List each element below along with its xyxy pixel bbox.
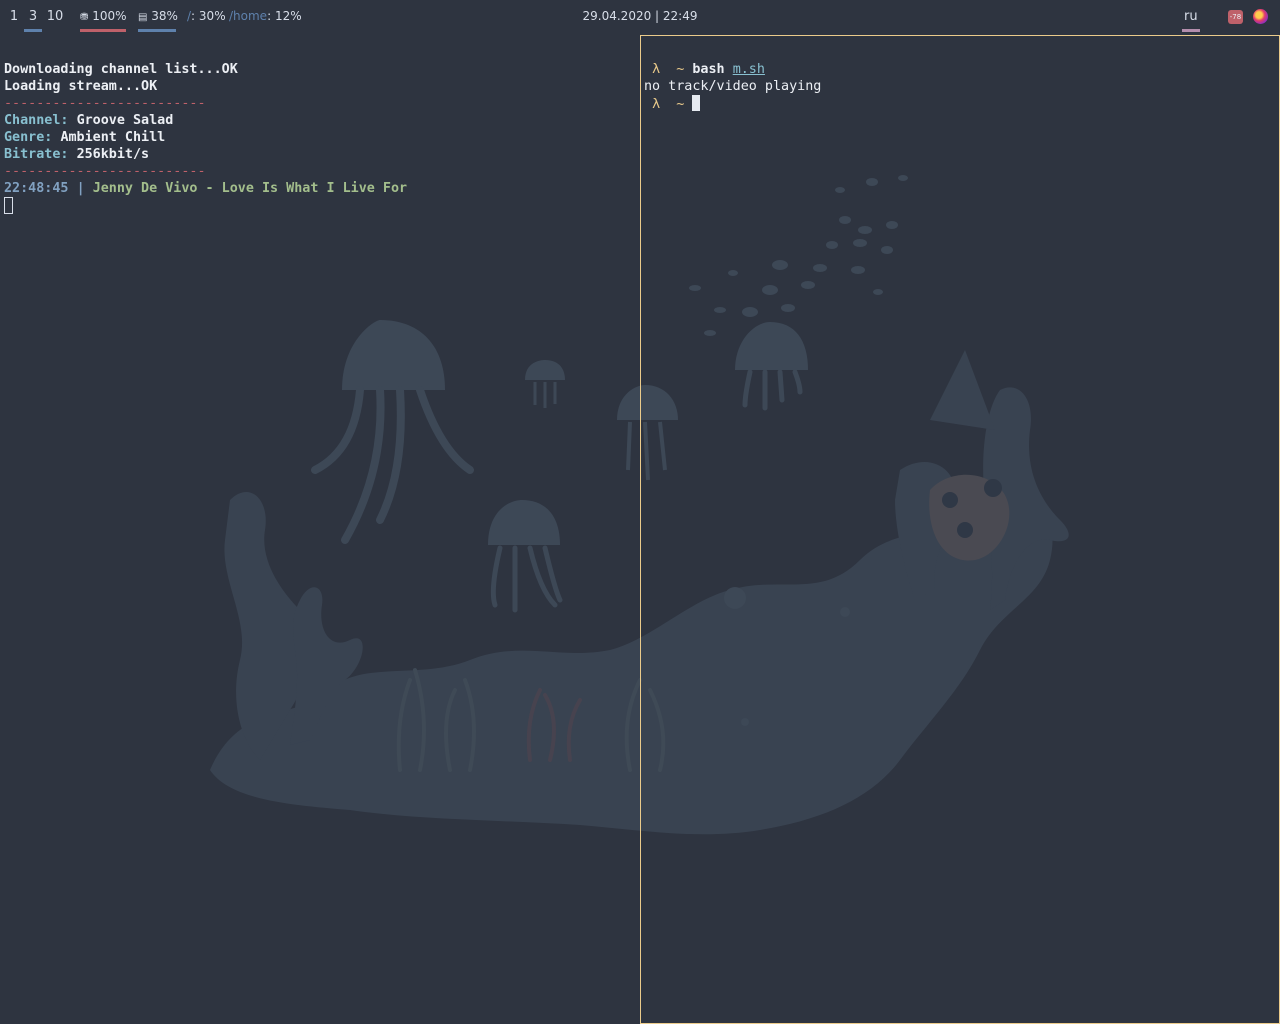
memory-icon: ⛃	[80, 12, 89, 23]
terminal-line: -------------------------	[4, 95, 634, 112]
cpu-module: ▤ 38%	[138, 9, 178, 32]
prompt-dir: ~	[676, 97, 685, 112]
date-time[interactable]: 29.04.2020 | 22:49	[583, 9, 698, 23]
command-argument[interactable]: m.sh	[733, 62, 765, 77]
disk-home-value: 12%	[274, 9, 302, 23]
bitrate-value: 256kbit/s	[76, 147, 150, 162]
terminal-line: Bitrate: 256kbit/s	[4, 146, 634, 163]
desktop: 1 3 10 ⛃ 100% ▤ 38% /: 30% /home: 12% 29…	[0, 0, 1280, 1024]
active-workspace-underline	[24, 29, 42, 32]
bitrate-label: Bitrate:	[4, 147, 69, 162]
memory-underline	[80, 29, 126, 32]
keyboard-layout-label: ru	[1184, 9, 1198, 24]
tray-badge: -78	[1229, 13, 1242, 21]
track-separator: |	[76, 181, 85, 196]
disk-home-label: /home	[229, 9, 268, 23]
cpu-value: 38%	[151, 9, 178, 23]
keyboard-layout-indicator[interactable]: ru	[1182, 9, 1200, 32]
terminal-line	[4, 197, 634, 216]
command-name: bash	[692, 62, 725, 77]
terminal-line: Channel: Groove Salad	[4, 112, 634, 129]
terminal-line: no track/video playing	[644, 78, 1274, 95]
terminal-right[interactable]: λ ~ bash m.sh no track/video playing λ ~	[644, 44, 1274, 147]
workspace-label: 1	[9, 9, 19, 24]
status-loading: Loading stream...OK	[4, 79, 158, 94]
status-downloading: Downloading channel list...OK	[4, 62, 238, 77]
terminal-left[interactable]: Downloading channel list...OK Loading str…	[4, 44, 634, 1004]
track-time: 22:48:45	[4, 181, 69, 196]
disk-home-separator: :	[267, 9, 272, 23]
separator-line: -------------------------	[4, 96, 206, 111]
disk-root-value: 30%	[198, 9, 226, 23]
terminal-cursor	[4, 197, 13, 214]
genre-value: Ambient Chill	[60, 130, 166, 145]
genre-label: Genre:	[4, 130, 53, 145]
workspace-10[interactable]: 10	[46, 9, 64, 24]
cpu-underline	[138, 29, 176, 32]
channel-value: Groove Salad	[76, 113, 174, 128]
disk-root-separator: :	[191, 9, 196, 23]
workspace-1[interactable]: 1	[8, 9, 20, 24]
terminal-line: λ ~	[644, 95, 1274, 113]
terminal-line: Loading stream...OK	[4, 78, 634, 95]
workspace-3[interactable]: 3	[24, 9, 42, 32]
terminal-line: λ ~ bash m.sh	[644, 61, 1274, 78]
keyboard-layout-underline	[1182, 29, 1200, 32]
terminal-line: Downloading channel list...OK	[4, 61, 634, 78]
tray-notification-icon[interactable]: -78	[1228, 10, 1243, 24]
terminal-line: -------------------------	[4, 163, 634, 180]
command-output: no track/video playing	[644, 79, 822, 94]
workspace-label: 3	[28, 9, 38, 24]
memory-module: ⛃ 100%	[80, 9, 127, 32]
firefox-tray-icon[interactable]	[1253, 9, 1268, 24]
track-title: Jenny De Vivo - Love Is What I Live For	[92, 181, 408, 196]
memory-value: 100%	[92, 9, 127, 23]
disk-root-module: /: 30%	[187, 9, 226, 23]
disk-home-module: /home: 12%	[229, 9, 302, 23]
status-bar: 1 3 10 ⛃ 100% ▤ 38% /: 30% /home: 12% 29…	[0, 0, 1280, 34]
chip-icon: ▤	[138, 12, 148, 23]
separator-line: -------------------------	[4, 164, 206, 179]
terminal-line: Genre: Ambient Chill	[4, 129, 634, 146]
terminal-line: 22:48:45 | Jenny De Vivo - Love Is What …	[4, 180, 634, 197]
terminal-cursor	[692, 95, 701, 111]
prompt-lambda: λ	[652, 62, 661, 77]
prompt-dir: ~	[676, 62, 685, 77]
channel-label: Channel:	[4, 113, 69, 128]
workspace-label: 10	[46, 9, 64, 24]
prompt-lambda: λ	[652, 97, 661, 112]
terminal-right-frame	[640, 35, 1280, 1024]
